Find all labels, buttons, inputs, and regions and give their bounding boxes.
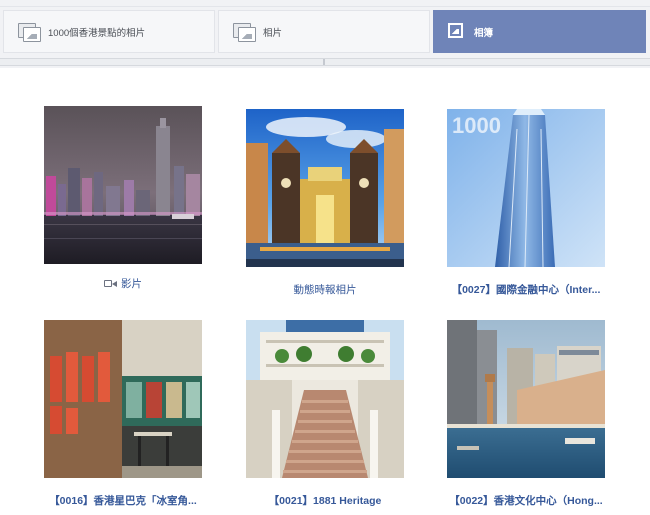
album-title: 影片 — [121, 278, 142, 290]
album-thumbnail-video[interactable] — [44, 106, 202, 264]
album-thumbnail-timeline-photos[interactable] — [246, 109, 404, 267]
photos-icon — [18, 22, 41, 42]
album-icon — [448, 22, 466, 41]
tab-label: 相片 — [263, 27, 283, 39]
photos-icon — [233, 22, 256, 42]
watermark-text: 1000 — [452, 113, 501, 138]
illuminated-building-image — [246, 109, 404, 267]
skyscraper-image: 1000 — [447, 109, 605, 267]
album-thumbnail-ifc[interactable]: 1000 — [447, 109, 605, 267]
album-thumbnail-starbucks[interactable] — [44, 320, 202, 478]
night-harbour-image — [44, 106, 202, 264]
tab-label: 相簿 — [474, 27, 494, 39]
album-thumbnail-1881-heritage[interactable] — [246, 320, 404, 478]
tab-albums[interactable]: 相簿 — [433, 10, 646, 53]
tab-photos[interactable]: 相片 — [218, 10, 430, 53]
album-caption-ifc[interactable]: 【0027】國際金融中心（Inter... — [440, 282, 612, 297]
tab-hk-spots-photos[interactable]: 1000個香港景點的相片 — [3, 10, 215, 53]
harbour-waterfront-image — [447, 320, 605, 478]
scrollbar-handle[interactable] — [323, 59, 325, 65]
album-caption-video[interactable]: 影片 — [44, 276, 202, 291]
album-caption-cultural-centre[interactable]: 【0022】香港文化中心（Hong... — [440, 493, 612, 508]
heritage-building-image — [246, 320, 404, 478]
album-thumbnail-cultural-centre[interactable] — [447, 320, 605, 478]
horizontal-scrollbar[interactable] — [0, 58, 650, 66]
album-caption-starbucks[interactable]: 【0016】香港星巴克「冰室角... — [30, 493, 216, 508]
tab-bar: 1000個香港景點的相片 相片 相簿 — [0, 0, 650, 68]
tab-label: 1000個香港景點的相片 — [48, 27, 146, 39]
top-divider — [0, 6, 650, 7]
album-caption-timeline-photos[interactable]: 動態時報相片 — [246, 282, 404, 297]
video-camera-icon — [104, 279, 117, 288]
cafe-interior-image — [44, 320, 202, 478]
album-caption-1881-heritage[interactable]: 【0021】1881 Heritage — [246, 493, 404, 508]
